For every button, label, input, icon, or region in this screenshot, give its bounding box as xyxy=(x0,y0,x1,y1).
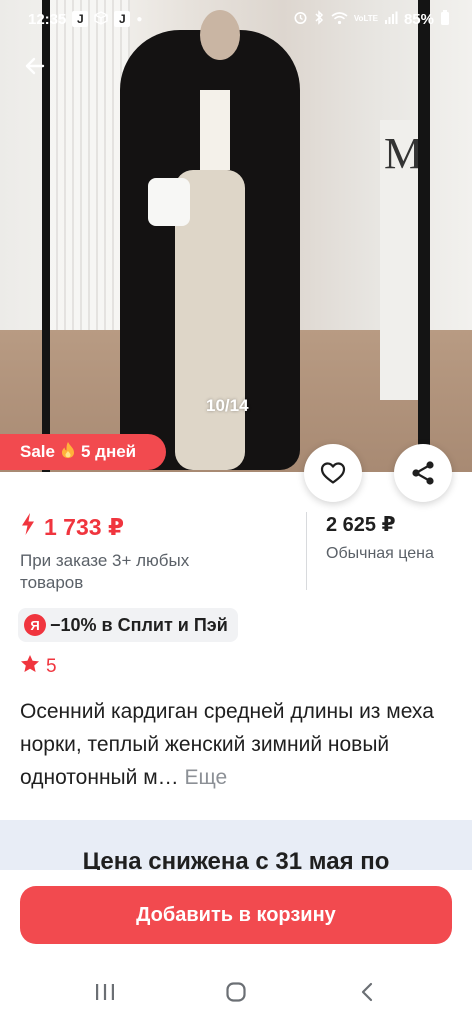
chevron-left-icon xyxy=(361,982,372,1002)
wifi-icon xyxy=(331,11,348,28)
regular-price-label: Обычная цена xyxy=(326,545,434,562)
rating[interactable]: 5 xyxy=(20,654,57,679)
product-photo-frame-right xyxy=(418,0,430,472)
sale-badge: Sale 5 дней xyxy=(0,434,167,470)
product-image-gallery[interactable]: M 10/14 xyxy=(0,0,472,472)
lightning-icon xyxy=(20,512,36,542)
promo-condition: При заказе 3+ любых товаров xyxy=(20,551,190,592)
battery-level: 85% xyxy=(403,10,434,28)
status-bar: 12:35 J J ● VoLTE 85% xyxy=(0,0,472,38)
home-button[interactable] xyxy=(206,972,266,1012)
alarm-icon xyxy=(293,10,308,28)
price-divider xyxy=(306,512,307,590)
share-icon xyxy=(412,461,434,485)
home-icon xyxy=(226,982,246,1002)
system-navigation-bar xyxy=(0,960,472,1024)
fire-icon xyxy=(61,441,75,463)
bluetooth-icon xyxy=(314,10,325,28)
promo-price-block: 1 733 ₽ При заказе 3+ любых товаров xyxy=(20,512,310,594)
heart-icon xyxy=(320,462,346,484)
back-button[interactable] xyxy=(18,54,52,88)
regular-price-block: 2 625 ₽ Обычная цена xyxy=(326,512,434,563)
yandex-icon: Я xyxy=(24,614,46,636)
dot-icon: ● xyxy=(136,13,143,25)
share-button[interactable] xyxy=(394,444,452,502)
j-icon: J xyxy=(114,11,131,27)
product-photo-bag xyxy=(148,178,190,226)
status-time: 12:35 xyxy=(28,10,67,28)
system-back-button[interactable] xyxy=(337,972,397,1012)
product-photo-top xyxy=(200,90,230,170)
rating-value: 5 xyxy=(46,655,57,677)
product-title: Осенний кардиган средней длины из меха н… xyxy=(20,695,452,794)
box-icon xyxy=(94,10,109,28)
signal-icon xyxy=(384,11,398,28)
battery-icon xyxy=(440,9,450,29)
arrow-left-icon xyxy=(25,57,45,75)
star-icon xyxy=(20,654,40,679)
split-pay-chip[interactable]: Я −10% в Сплит и Пэй xyxy=(18,608,238,642)
favorite-button[interactable] xyxy=(304,444,362,502)
sale-label: Sale xyxy=(20,442,55,461)
more-link[interactable]: Еще xyxy=(184,766,227,789)
split-pay-text: −10% в Сплит и Пэй xyxy=(50,614,228,635)
recent-apps-button[interactable] xyxy=(75,972,135,1012)
gallery-counter: 10/14 xyxy=(206,396,249,415)
regular-price: 2 625 ₽ xyxy=(326,514,396,536)
promo-price-value: 1 733 ₽ xyxy=(44,513,124,540)
promo-price: 1 733 ₽ xyxy=(20,512,310,542)
sale-duration: 5 дней xyxy=(80,442,137,461)
add-to-cart-button[interactable]: Добавить в корзину xyxy=(20,886,452,944)
volte-icon: VoLTE xyxy=(353,14,378,23)
j-icon: J xyxy=(72,11,89,27)
recent-apps-icon xyxy=(96,984,115,1000)
